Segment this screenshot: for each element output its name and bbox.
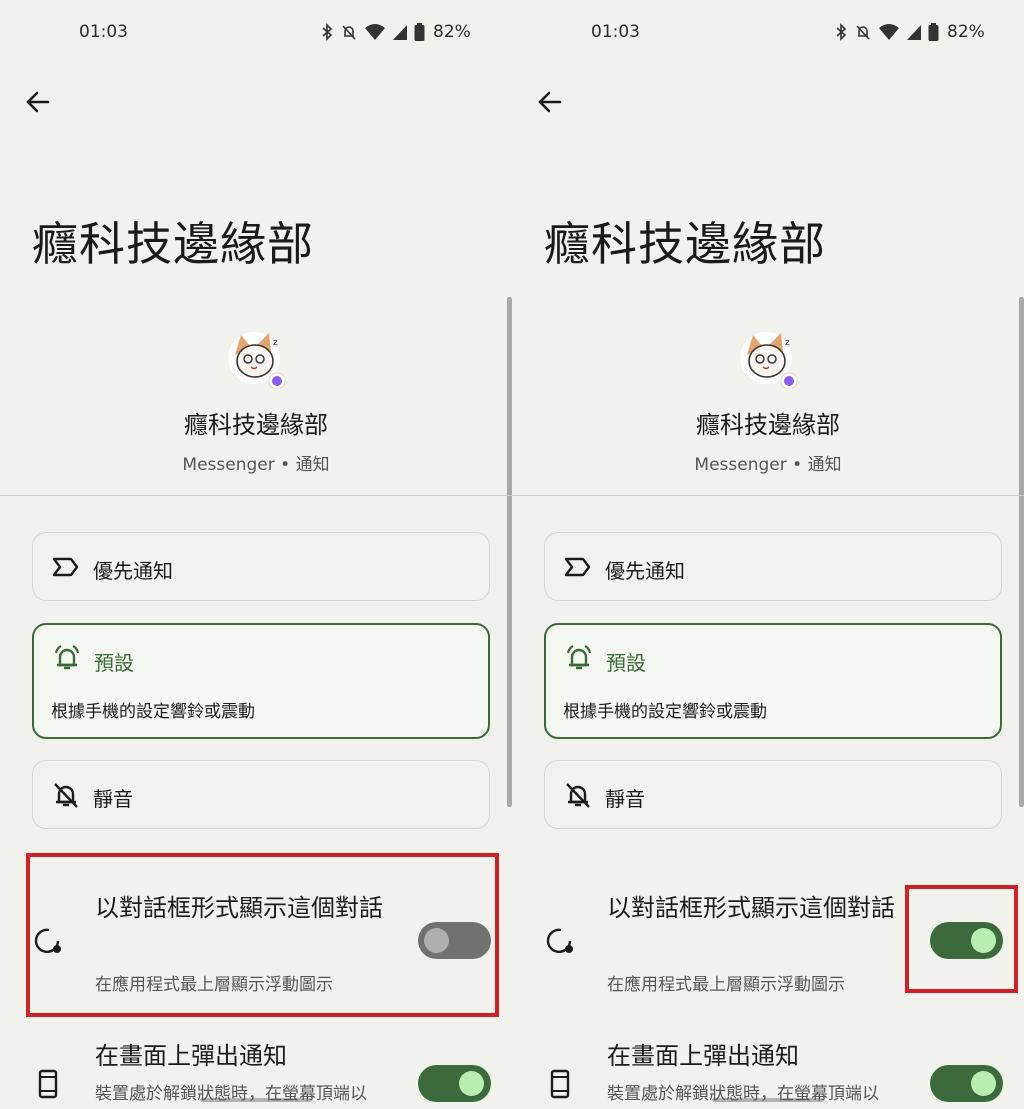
priority-option[interactable]: 優先通知	[32, 532, 490, 601]
wifi-icon	[365, 24, 385, 40]
cell-signal-icon	[393, 25, 407, 40]
back-arrow-icon[interactable]	[534, 86, 566, 118]
silent-option[interactable]: 靜音	[32, 760, 490, 829]
bubble-setting-title: 以對話框形式顯示這個對話	[607, 894, 895, 922]
silent-option-label: 靜音	[605, 787, 645, 811]
silent-option[interactable]: 靜音	[544, 760, 1002, 829]
battery-percent: 82%	[433, 22, 471, 42]
battery-percent: 82%	[947, 22, 985, 42]
popup-setting-title: 在畫面上彈出通知	[95, 1042, 287, 1070]
scrollbar[interactable]	[1019, 297, 1024, 807]
back-arrow-icon[interactable]	[22, 86, 54, 118]
bubble-setting-subtitle: 在應用程式最上層顯示浮動圖示	[607, 975, 845, 995]
status-time: 01:03	[591, 22, 640, 42]
toggle-knob	[459, 1071, 484, 1096]
toggle-knob	[971, 1071, 996, 1096]
priority-icon	[564, 557, 591, 577]
silent-option-label: 靜音	[93, 787, 133, 811]
bubble-icon	[546, 928, 573, 953]
bluetooth-icon	[322, 23, 333, 41]
bell-off-icon	[566, 783, 590, 808]
screen-right: 01:03 82% 癮科技邊緣部 z 癮科技邊緣部 Messenger • 通知…	[512, 0, 1024, 1109]
gesture-nav-handle[interactable]	[712, 1098, 824, 1102]
wifi-icon	[879, 24, 899, 40]
red-highlight-box	[26, 853, 499, 1017]
avatar: z	[740, 332, 798, 390]
status-time: 01:03	[79, 22, 128, 42]
default-option-description: 根據手機的設定響鈴或震動	[563, 702, 767, 722]
default-option-label: 預設	[606, 651, 646, 675]
phone-icon	[38, 1069, 58, 1099]
avatar: z	[228, 332, 286, 390]
mute-bell-icon	[342, 25, 356, 40]
conversation-subtitle: Messenger • 通知	[182, 455, 330, 475]
mute-bell-icon	[856, 25, 870, 40]
svg-text:z: z	[273, 338, 278, 348]
default-option[interactable]: 預設 根據手機的設定響鈴或震動	[32, 623, 490, 739]
page-title: 癮科技邊緣部	[544, 217, 826, 271]
default-option-label: 預設	[94, 651, 134, 675]
divider	[0, 495, 512, 496]
status-bar: 01:03 82%	[0, 22, 512, 46]
conversation-name: 癮科技邊緣部	[696, 411, 840, 439]
default-option-description: 根據手機的設定響鈴或震動	[51, 702, 255, 722]
cell-signal-icon	[907, 25, 921, 40]
priority-option-label: 優先通知	[605, 559, 685, 583]
priority-option[interactable]: 優先通知	[544, 532, 1002, 601]
status-bar: 01:03 82%	[512, 22, 1024, 46]
popup-setting-title: 在畫面上彈出通知	[607, 1042, 799, 1070]
bluetooth-icon	[836, 23, 847, 41]
priority-icon	[52, 557, 79, 577]
default-option[interactable]: 預設 根據手機的設定響鈴或震動	[544, 623, 1002, 739]
bell-ring-icon	[566, 645, 592, 670]
conversation-name: 癮科技邊緣部	[184, 411, 328, 439]
battery-icon	[928, 23, 939, 41]
battery-icon	[414, 23, 425, 41]
popup-toggle[interactable]	[930, 1065, 1003, 1102]
bell-off-icon	[54, 783, 78, 808]
priority-option-label: 優先通知	[93, 559, 173, 583]
divider	[512, 495, 1024, 496]
red-highlight-box	[905, 885, 1018, 993]
phone-icon	[550, 1069, 570, 1099]
popup-toggle[interactable]	[418, 1065, 491, 1102]
screen-left: 01:03 82% 癮科技邊緣部 z 癮科技邊緣部 Messenger • 通知…	[0, 0, 512, 1109]
bell-ring-icon	[54, 645, 80, 670]
svg-text:z: z	[785, 338, 790, 348]
page-title: 癮科技邊緣部	[32, 217, 314, 271]
gesture-nav-handle[interactable]	[200, 1098, 312, 1102]
conversation-subtitle: Messenger • 通知	[694, 455, 842, 475]
